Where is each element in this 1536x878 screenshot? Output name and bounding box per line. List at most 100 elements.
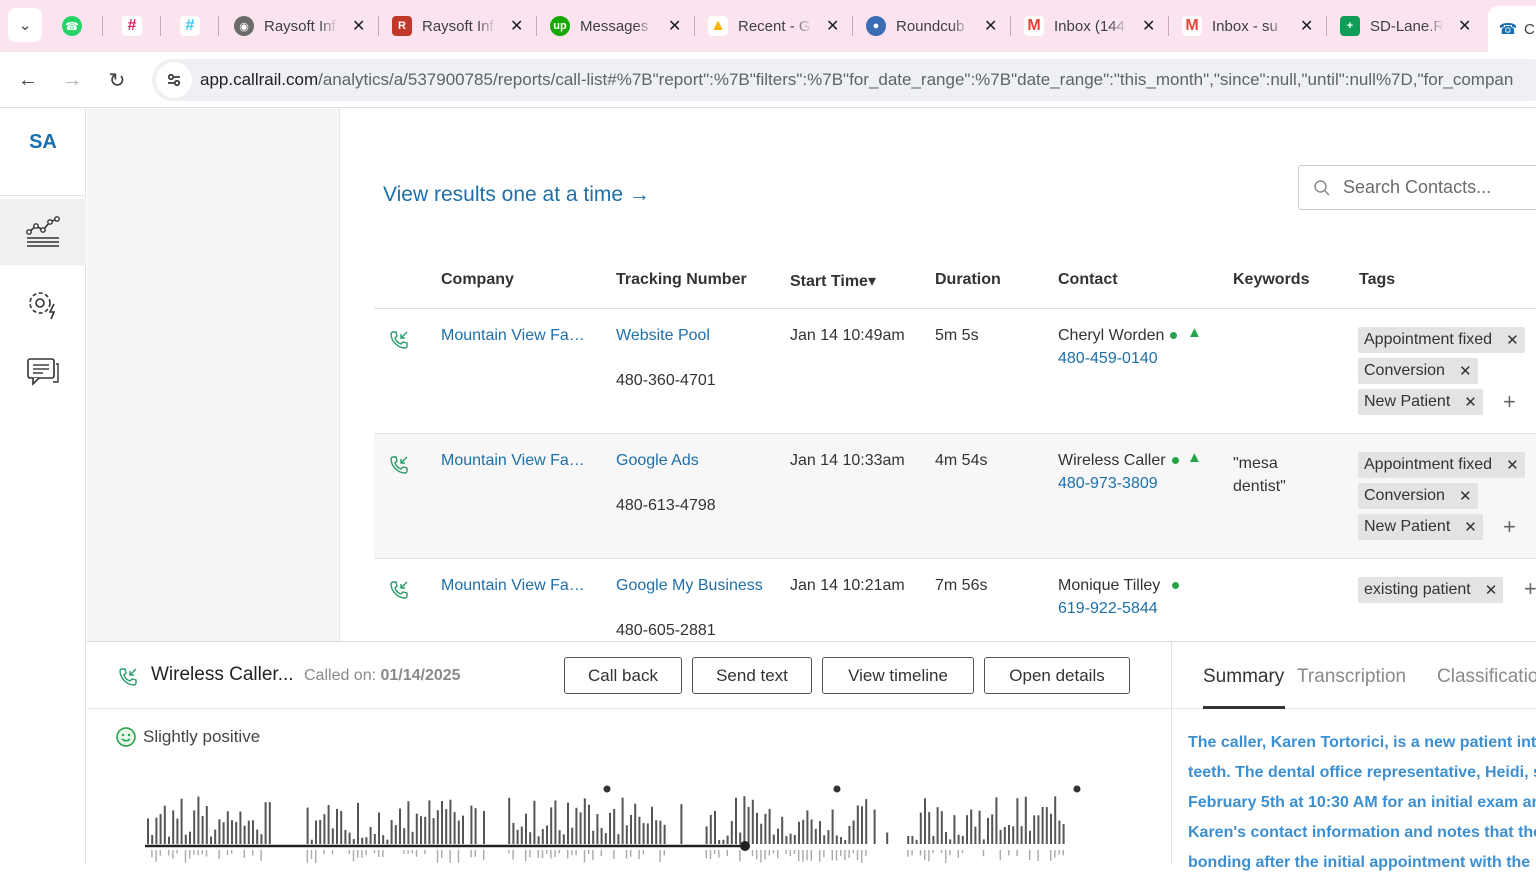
close-icon[interactable]: ✕ xyxy=(352,16,365,36)
waveform-bar xyxy=(554,800,557,844)
tab-separator xyxy=(218,16,219,36)
column-tags[interactable]: Tags xyxy=(1359,271,1395,289)
waveform-bar xyxy=(604,833,607,844)
tab-classification[interactable]: Classification xyxy=(1437,666,1536,688)
tab-roundcube[interactable]: ● Roundcub ✕ xyxy=(856,6,1007,46)
reload-button[interactable]: ↻ xyxy=(103,66,131,94)
column-company[interactable]: Company xyxy=(441,271,514,289)
column-duration[interactable]: Duration xyxy=(935,271,1001,289)
column-tracking-number[interactable]: Tracking Number xyxy=(616,271,747,289)
remove-tag-icon[interactable]: ✕ xyxy=(1506,456,1519,474)
waveform-bar-secondary xyxy=(231,850,233,854)
summary-line: Karen's contact information and notes th… xyxy=(1188,824,1536,841)
waveform-marker[interactable] xyxy=(603,785,611,793)
table-row[interactable]: Mountain View Fa… Google My Business 480… xyxy=(374,559,1536,641)
tab-google-drive[interactable]: ▲ Recent - G ✕ xyxy=(698,6,849,46)
call-back-button[interactable]: Call back xyxy=(564,657,682,694)
remove-tag-icon[interactable]: ✕ xyxy=(1464,518,1477,536)
back-button[interactable]: ← xyxy=(14,66,42,94)
thumbs-up-icon[interactable]: ▲ xyxy=(1187,324,1202,341)
waveform-bar xyxy=(462,815,464,844)
waveform-bar xyxy=(726,835,729,844)
tab-search-button[interactable]: ⌄ xyxy=(8,8,42,42)
view-timeline-button[interactable]: View timeline xyxy=(822,657,974,694)
search-contacts-input[interactable] xyxy=(1343,177,1536,198)
tab-summary[interactable]: Summary xyxy=(1203,666,1284,688)
column-start-time[interactable]: Start Time▾ xyxy=(790,271,876,291)
call-audio-waveform[interactable] xyxy=(145,782,1111,865)
remove-tag-icon[interactable]: ✕ xyxy=(1506,331,1519,349)
site-info-button[interactable] xyxy=(156,62,192,98)
waveform-bar-secondary xyxy=(193,850,195,855)
remove-tag-icon[interactable]: ✕ xyxy=(1464,393,1477,411)
contact-phone[interactable]: 480-459-0140 xyxy=(1058,350,1158,368)
nav-item-settings[interactable] xyxy=(0,271,86,337)
tag-chip: Appointment fixed ✕ xyxy=(1358,327,1525,353)
nav-item-messages[interactable] xyxy=(0,339,86,405)
thumbs-up-icon[interactable]: ▲ xyxy=(1187,449,1202,466)
tab-gmail-1[interactable]: M Inbox (144 ✕ xyxy=(1014,6,1165,46)
source-link[interactable]: Website Pool xyxy=(616,327,710,345)
waveform-bar xyxy=(907,836,910,844)
remove-tag-icon[interactable]: ✕ xyxy=(1485,581,1498,599)
waveform-bar xyxy=(609,812,611,844)
open-details-button[interactable]: Open details xyxy=(984,657,1130,694)
tab-raysoft-1[interactable]: ◉ Raysoft Inf ✕ xyxy=(224,6,375,46)
table-row[interactable]: Mountain View Fa… Google Ads 480-613-479… xyxy=(374,434,1536,559)
waveform-bar-secondary xyxy=(554,850,556,857)
nav-item-analytics[interactable] xyxy=(0,199,86,265)
close-icon[interactable]: ✕ xyxy=(1458,16,1471,36)
close-icon[interactable]: ✕ xyxy=(1142,16,1155,36)
close-icon[interactable]: ✕ xyxy=(984,16,997,36)
contact-phone[interactable]: 619-922-5844 xyxy=(1058,600,1158,618)
remove-tag-icon[interactable]: ✕ xyxy=(1459,362,1472,380)
company-link[interactable]: Mountain View Fa… xyxy=(441,452,585,470)
omnibox[interactable]: app.callrail.com/analytics/a/537900785/r… xyxy=(152,59,1536,101)
company-link[interactable]: Mountain View Fa… xyxy=(441,327,585,345)
send-text-button[interactable]: Send text xyxy=(692,657,812,694)
waveform-bar xyxy=(945,832,947,844)
add-tag-icon[interactable]: + xyxy=(1524,576,1536,602)
waveform-marker[interactable] xyxy=(833,785,841,793)
tab-transcription[interactable]: Transcription xyxy=(1297,666,1406,688)
column-keywords[interactable]: Keywords xyxy=(1233,271,1309,289)
waveform-bar-secondary xyxy=(709,850,712,859)
close-icon[interactable]: ✕ xyxy=(826,16,839,36)
tab-slack-1[interactable]: # xyxy=(112,6,162,46)
close-icon[interactable]: ✕ xyxy=(668,16,681,36)
waveform-bar xyxy=(159,814,162,844)
forward-button[interactable]: → xyxy=(58,66,86,94)
waveform-marker[interactable] xyxy=(1073,785,1081,793)
waveform-bar-secondary xyxy=(411,850,413,854)
waveform-bar xyxy=(991,814,994,844)
company-link[interactable]: Mountain View Fa… xyxy=(441,577,585,595)
tab-upwork-messages[interactable]: up Messages ✕ xyxy=(540,6,691,46)
column-contact[interactable]: Contact xyxy=(1058,271,1118,289)
waveform-bar xyxy=(772,834,775,844)
add-tag-icon[interactable]: + xyxy=(1503,389,1516,415)
view-one-at-a-time-link[interactable]: View results one at a time → xyxy=(383,183,650,207)
source-link[interactable]: Google Ads xyxy=(616,452,699,470)
close-icon[interactable]: ✕ xyxy=(510,16,523,36)
tab-gmail-2[interactable]: M Inbox - su ✕ xyxy=(1172,6,1323,46)
tab-whatsapp[interactable]: ☎ xyxy=(52,6,102,46)
tab-sheets[interactable]: + SD-Lane.R ✕ xyxy=(1330,6,1481,46)
contact-phone[interactable]: 480-973-3809 xyxy=(1058,475,1158,493)
inbound-call-icon xyxy=(390,456,408,474)
account-initials[interactable]: SA xyxy=(0,131,86,154)
waveform-bar xyxy=(340,810,343,844)
close-icon[interactable]: ✕ xyxy=(1300,16,1313,36)
browser-tab-strip: ⌄ ☎ # # ◉ Raysoft Inf ✕ R Raysoft Inf ✕ … xyxy=(0,0,1536,52)
tab-callrail-active[interactable]: ☎ C xyxy=(1488,6,1536,52)
waveform-bar xyxy=(600,827,603,844)
waveform-bar xyxy=(508,797,511,844)
source-link[interactable]: Google My Business xyxy=(616,577,763,595)
playback-scrubber[interactable] xyxy=(740,841,750,851)
search-contacts-box[interactable] xyxy=(1298,165,1536,210)
tab-raysoft-2[interactable]: R Raysoft Inf ✕ xyxy=(382,6,533,46)
tab-slack-2[interactable]: # xyxy=(170,6,220,46)
add-tag-icon[interactable]: + xyxy=(1503,514,1516,540)
remove-tag-icon[interactable]: ✕ xyxy=(1459,487,1472,505)
table-row[interactable]: Mountain View Fa… Website Pool 480-360-4… xyxy=(374,309,1536,434)
waveform-bar xyxy=(516,829,519,844)
